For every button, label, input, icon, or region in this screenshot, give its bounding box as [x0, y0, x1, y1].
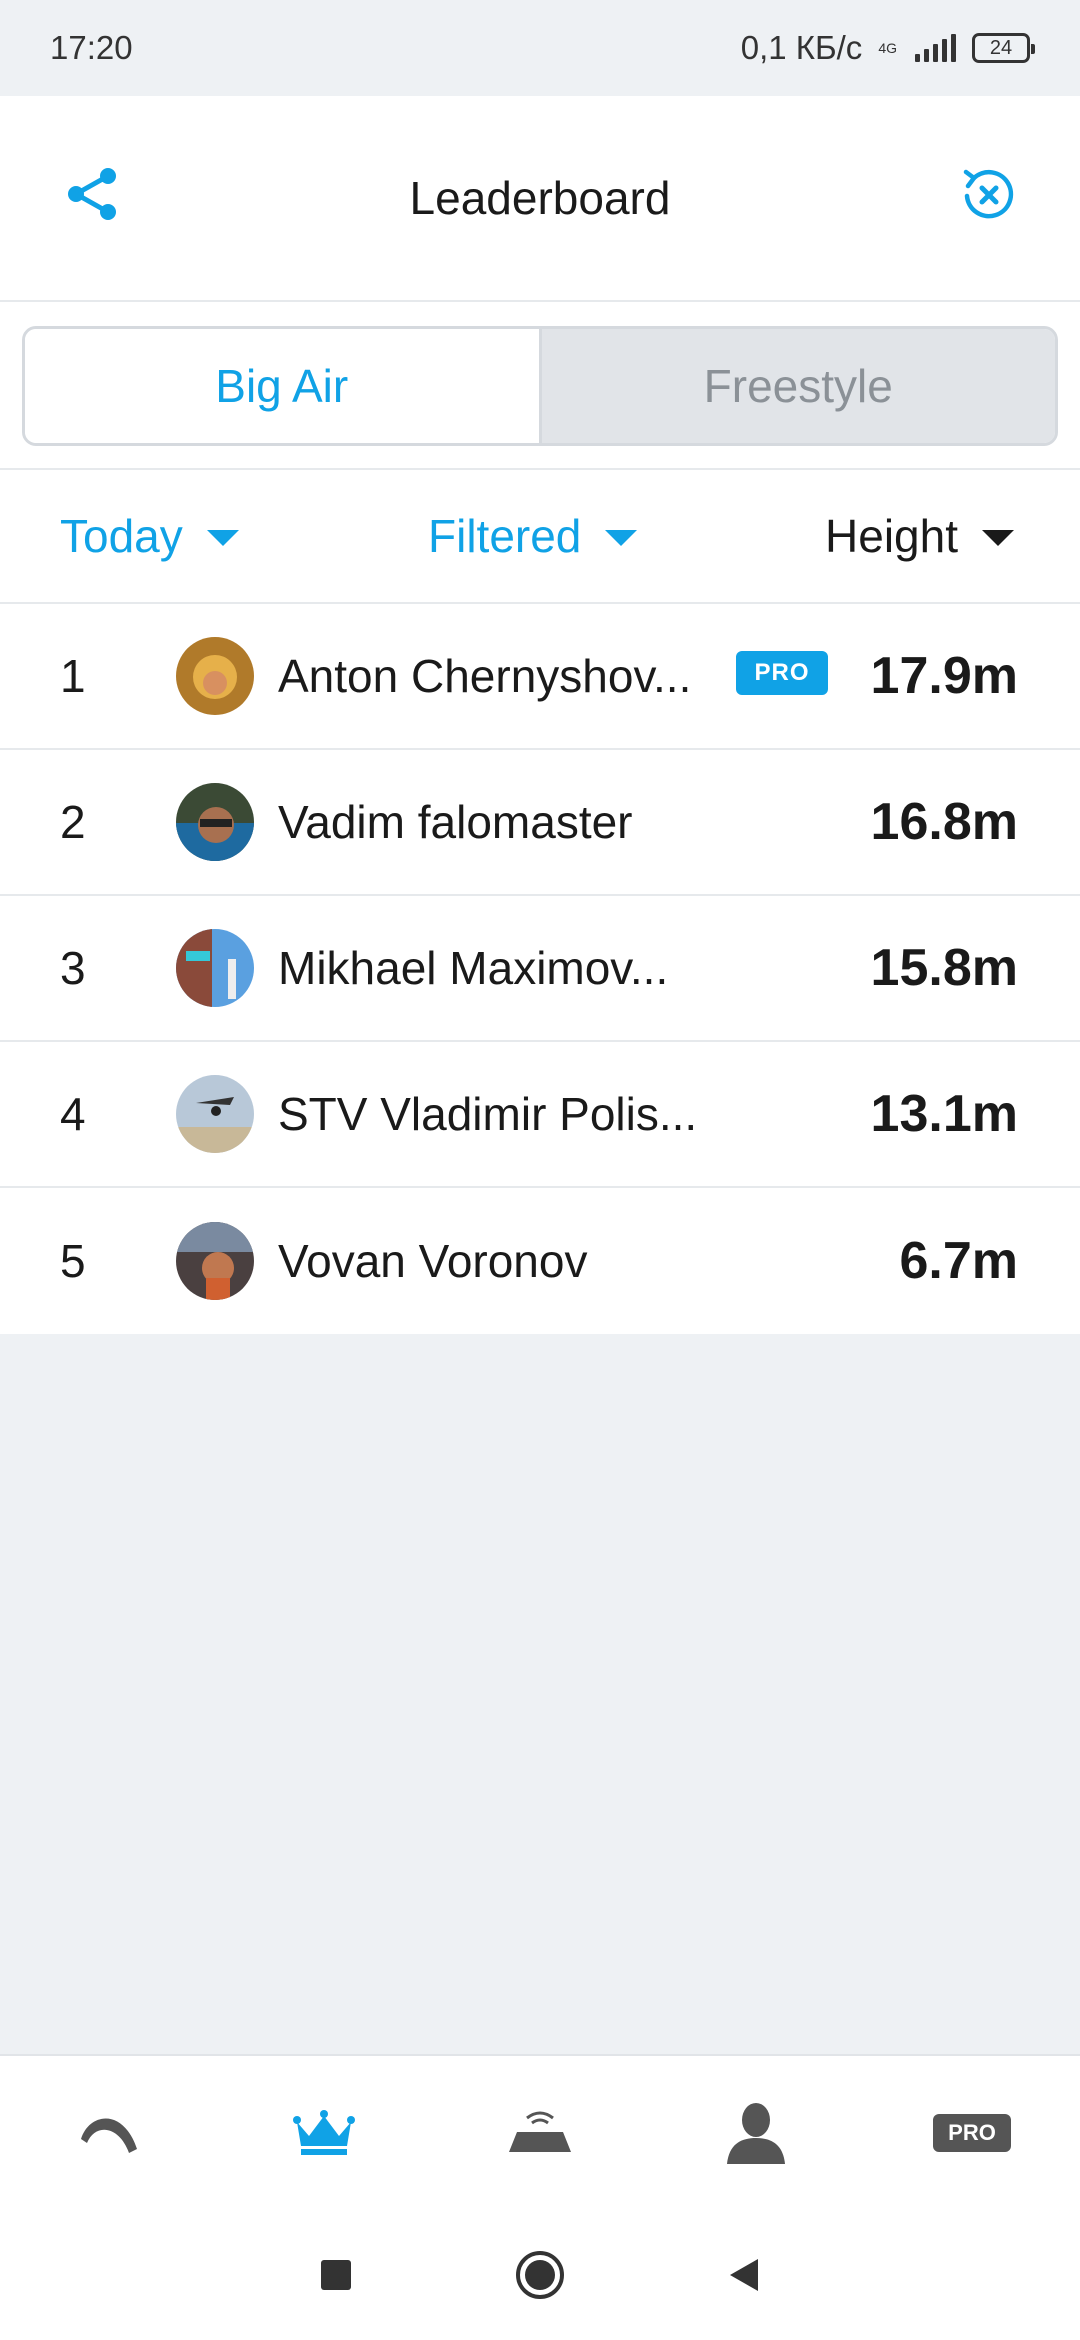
- device-icon: [509, 2111, 571, 2152]
- status-time: 17:20: [50, 29, 133, 66]
- rank: 4: [60, 1088, 86, 1140]
- mode-segmented-control: Big Air Freestyle: [22, 326, 1058, 446]
- reset-icon[interactable]: [958, 164, 1018, 224]
- caret-down-icon: [982, 530, 1014, 546]
- list-item[interactable]: 5 Vovan Voronov 6.7m: [0, 1188, 1080, 1334]
- kite-icon: [81, 2118, 137, 2153]
- rider-name: Mikhael Maximov...: [278, 942, 669, 994]
- list-item[interactable]: 4 STV Vladimir Polis... 13.1m: [0, 1042, 1080, 1188]
- metric-dropdown[interactable]: Height: [825, 509, 1014, 563]
- rank: 3: [60, 942, 86, 994]
- app-header: Leaderboard: [0, 96, 1080, 302]
- recents-icon[interactable]: [318, 2257, 354, 2293]
- rank: 5: [60, 1235, 86, 1287]
- status-right: 0,1 КБ/с 4G 24: [740, 29, 1035, 67]
- scope-label: Filtered: [428, 510, 582, 562]
- crown-icon: [293, 2110, 355, 2155]
- metric-label: Height: [825, 510, 958, 562]
- battery-icon: 24: [972, 33, 1035, 63]
- height-value: 13.1m: [870, 1085, 1018, 1143]
- list-item[interactable]: 3 Mikhael Maximov... 15.8m: [0, 896, 1080, 1042]
- filter-bar: Today Filtered Height: [0, 470, 1080, 604]
- rider-name: STV Vladimir Polis...: [278, 1088, 698, 1140]
- pro-icon: PRO: [933, 2114, 1011, 2152]
- network-type: 4G: [878, 40, 897, 56]
- caret-down-icon: [605, 530, 638, 546]
- list-item[interactable]: 1 Anton Chernyshov... PRO 17.9m: [0, 604, 1080, 750]
- avatar: [176, 783, 254, 861]
- height-value: 6.7m: [899, 1232, 1018, 1290]
- avatar: [176, 1222, 254, 1300]
- status-bar: 17:20 0,1 КБ/с 4G 24: [0, 0, 1080, 96]
- avatar: [176, 1075, 254, 1153]
- rider-name: Vadim falomaster: [278, 796, 633, 848]
- list-item[interactable]: 2 Vadim falomaster 16.8m: [0, 750, 1080, 896]
- height-value: 16.8m: [870, 793, 1018, 851]
- segment-container: Big Air Freestyle: [0, 302, 1080, 470]
- period-label: Today: [60, 510, 183, 562]
- home-icon[interactable]: [514, 2249, 566, 2301]
- system-nav-bar: [0, 2210, 1080, 2340]
- height-value: 15.8m: [870, 939, 1018, 997]
- nav-leaderboard[interactable]: [264, 2083, 384, 2183]
- profile-icon: [727, 2103, 785, 2164]
- nav-pro[interactable]: PRO: [912, 2083, 1032, 2183]
- rank: 1: [60, 650, 86, 702]
- scope-dropdown[interactable]: Filtered: [428, 509, 638, 563]
- nav-profile[interactable]: [696, 2083, 816, 2183]
- net-speed: 0,1 КБ/с: [740, 29, 863, 66]
- tab-big-air[interactable]: Big Air: [25, 329, 539, 443]
- share-icon[interactable]: [62, 164, 122, 224]
- rider-name: Anton Chernyshov...: [278, 650, 692, 702]
- leaderboard-list: 1 Anton Chernyshov... PRO 17.9m 2 Vadim …: [0, 604, 1080, 1334]
- signal-icon: [915, 34, 956, 62]
- rank: 2: [60, 796, 86, 848]
- page-title: Leaderboard: [409, 172, 671, 224]
- battery-level: 24: [989, 36, 1013, 59]
- period-dropdown[interactable]: Today: [60, 509, 239, 563]
- bottom-nav: PRO: [0, 2054, 1080, 2210]
- nav-device[interactable]: [480, 2083, 600, 2183]
- back-icon[interactable]: [726, 2255, 762, 2295]
- avatar: [176, 637, 254, 715]
- avatar: [176, 929, 254, 1007]
- tab-freestyle[interactable]: Freestyle: [538, 329, 1055, 443]
- pro-badge: PRO: [736, 651, 828, 695]
- nav-kite[interactable]: [48, 2083, 168, 2183]
- rider-name: Vovan Voronov: [278, 1235, 588, 1287]
- height-value: 17.9m: [870, 647, 1018, 705]
- caret-down-icon: [206, 530, 239, 546]
